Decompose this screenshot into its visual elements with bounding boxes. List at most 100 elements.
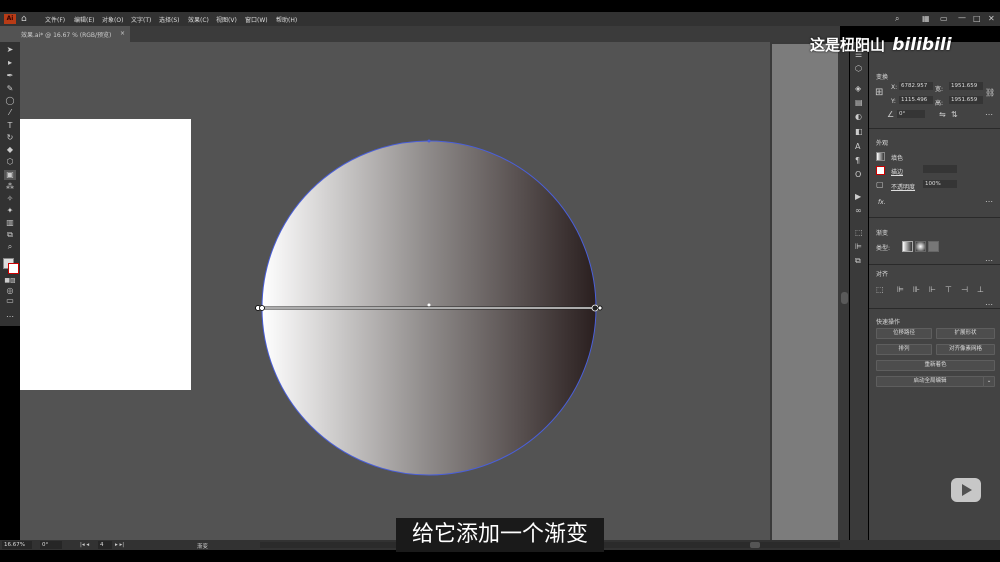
- symbol-sprayer-tool-icon[interactable]: ✦: [4, 206, 16, 216]
- more-options-icon[interactable]: ⋯: [985, 110, 993, 119]
- maximize-icon[interactable]: □: [973, 14, 981, 23]
- global-edit-button[interactable]: 启动全局编辑: [876, 376, 984, 387]
- brush-tool-icon[interactable]: ⁄: [4, 108, 16, 118]
- blend-tool-icon[interactable]: ✧: [4, 194, 16, 204]
- assets-panel-icon[interactable]: ◐: [855, 112, 862, 121]
- align-vcenter-icon[interactable]: ⊣: [961, 285, 968, 294]
- align-panel-icon[interactable]: ⊫: [855, 242, 862, 251]
- menu-file[interactable]: 文件(F): [45, 15, 65, 24]
- gradient-midpoint[interactable]: [427, 303, 431, 307]
- w-field[interactable]: 1951.659: [949, 82, 983, 90]
- curvature-tool-icon[interactable]: ✎: [4, 84, 16, 94]
- screen-mode-icon[interactable]: ▭: [4, 296, 16, 306]
- character-panel-icon[interactable]: A: [855, 142, 860, 151]
- home-icon[interactable]: ⌂: [21, 14, 27, 24]
- menu-effect[interactable]: 效果(C): [188, 15, 209, 24]
- gradient-tool-icon[interactable]: ▣: [4, 170, 16, 180]
- artboard-field[interactable]: 4: [98, 541, 112, 549]
- gradient-start-stop[interactable]: [259, 305, 265, 311]
- eyedropper-tool-icon[interactable]: ⁂: [4, 182, 16, 192]
- stroke-swatch[interactable]: [8, 263, 19, 274]
- constrain-proportions-icon[interactable]: ⛓: [985, 88, 995, 97]
- angle-field[interactable]: 0°: [897, 110, 925, 118]
- radial-gradient-button[interactable]: [915, 241, 926, 252]
- appearance-more-icon[interactable]: ⋯: [985, 197, 993, 206]
- shape-builder-tool-icon[interactable]: ⬡: [4, 157, 16, 167]
- gradient-end-stop[interactable]: [591, 304, 599, 312]
- color-mode-icon[interactable]: ■▨: [4, 276, 16, 286]
- opacity-field[interactable]: 100%: [923, 180, 957, 188]
- h-field[interactable]: 1951.659: [949, 96, 983, 104]
- arrange-icon[interactable]: ▭: [940, 14, 948, 23]
- global-edit-dropdown-icon[interactable]: ⌄: [983, 376, 995, 387]
- libraries-panel-icon[interactable]: ⬡: [855, 64, 862, 73]
- menu-window[interactable]: 窗口(W): [245, 15, 268, 24]
- document-tab[interactable]: 效果.ai* @ 16.67 % (RGB/预览) ×: [0, 26, 130, 42]
- expand-shape-button[interactable]: 扩展形状: [936, 328, 995, 339]
- fill-swatch-panel[interactable]: [876, 152, 885, 161]
- links-panel-icon[interactable]: ∞: [855, 206, 862, 215]
- menu-view[interactable]: 视图(V): [216, 15, 237, 24]
- gradient-end-handle[interactable]: [597, 305, 603, 311]
- artboards-panel-icon[interactable]: ▤: [855, 98, 863, 107]
- arrange-button[interactable]: 排列: [876, 344, 932, 355]
- close-tab-icon[interactable]: ×: [120, 30, 125, 37]
- freeform-gradient-button[interactable]: [928, 241, 939, 252]
- draw-mode-icon[interactable]: ◎: [4, 286, 16, 296]
- stroke-label[interactable]: 描边: [891, 167, 903, 176]
- recolor-button[interactable]: 重新着色: [876, 360, 995, 371]
- stroke-swatch-panel[interactable]: [876, 166, 885, 175]
- menu-help[interactable]: 帮助(H): [276, 15, 297, 24]
- canvas[interactable]: [20, 42, 770, 540]
- circle-artwork[interactable]: [20, 42, 770, 540]
- artboard-tool-icon[interactable]: ⧉: [4, 230, 16, 240]
- rotate-tool-icon[interactable]: ↻: [4, 133, 16, 143]
- menu-object[interactable]: 对象(O): [102, 15, 123, 24]
- offset-path-button[interactable]: 位移路径: [876, 328, 932, 339]
- paragraph-panel-icon[interactable]: ¶: [855, 156, 860, 165]
- pathfinder-panel-icon[interactable]: ⧉: [855, 256, 861, 266]
- opacity-label[interactable]: 不透明度: [891, 182, 915, 191]
- align-bottom-icon[interactable]: ⊥: [977, 285, 984, 294]
- direct-selection-tool-icon[interactable]: ▸: [4, 58, 16, 68]
- pen-tool-icon[interactable]: ✒: [4, 71, 16, 81]
- menu-type[interactable]: 文字(T): [131, 15, 151, 24]
- menu-select[interactable]: 选择(S): [159, 15, 180, 24]
- align-hcenter-icon[interactable]: ⊪: [913, 285, 920, 294]
- artboard-nav-icon[interactable]: |◂ ◂: [80, 542, 89, 548]
- workspace-icon[interactable]: ▦: [922, 14, 930, 23]
- zoom-field[interactable]: 16.67%: [2, 541, 32, 549]
- reference-point-icon[interactable]: ⊞: [875, 87, 883, 98]
- align-right-icon[interactable]: ⊩: [929, 285, 936, 294]
- align-top-icon[interactable]: ⊤: [945, 285, 952, 294]
- close-icon[interactable]: ✕: [988, 14, 995, 23]
- align-to-icon[interactable]: ⬚: [876, 285, 884, 294]
- zoom-tool-icon[interactable]: ⌕: [4, 242, 16, 252]
- menu-edit[interactable]: 编辑(E): [74, 15, 94, 24]
- actions-panel-icon[interactable]: ▶: [855, 192, 861, 201]
- more-tools-icon[interactable]: ⋯: [4, 312, 16, 322]
- transform-panel-icon[interactable]: ⬚: [855, 228, 863, 237]
- fx-button[interactable]: fx.: [878, 199, 886, 206]
- layers-panel-icon[interactable]: ◈: [855, 84, 861, 93]
- opentype-panel-icon[interactable]: O: [855, 170, 861, 179]
- flip-vertical-icon[interactable]: ⇅: [951, 110, 958, 119]
- swatches-panel-icon[interactable]: ◧: [855, 127, 863, 136]
- linear-gradient-button[interactable]: [902, 241, 913, 252]
- ellipse-tool-icon[interactable]: ◯: [4, 96, 16, 106]
- y-field[interactable]: 1115.496: [899, 96, 933, 104]
- graph-tool-icon[interactable]: ▥: [4, 218, 16, 228]
- flip-horizontal-icon[interactable]: ⇋: [939, 110, 946, 119]
- minimize-icon[interactable]: —: [958, 13, 966, 22]
- type-tool-icon[interactable]: T: [4, 121, 16, 131]
- align-left-icon[interactable]: ⊫: [897, 285, 904, 294]
- selection-tool-icon[interactable]: ➤: [4, 45, 16, 55]
- eraser-tool-icon[interactable]: ◆: [4, 145, 16, 155]
- stroke-weight-field[interactable]: [923, 165, 957, 173]
- search-icon[interactable]: ⌕: [895, 14, 899, 24]
- panel-scrollbar[interactable]: [840, 42, 849, 540]
- anchor-point[interactable]: [427, 139, 431, 143]
- align-pixel-grid-button[interactable]: 对齐像素网格: [936, 344, 995, 355]
- artboard-next-icon[interactable]: ▸ ▸|: [115, 542, 124, 548]
- x-field[interactable]: 6782.957: [899, 82, 933, 90]
